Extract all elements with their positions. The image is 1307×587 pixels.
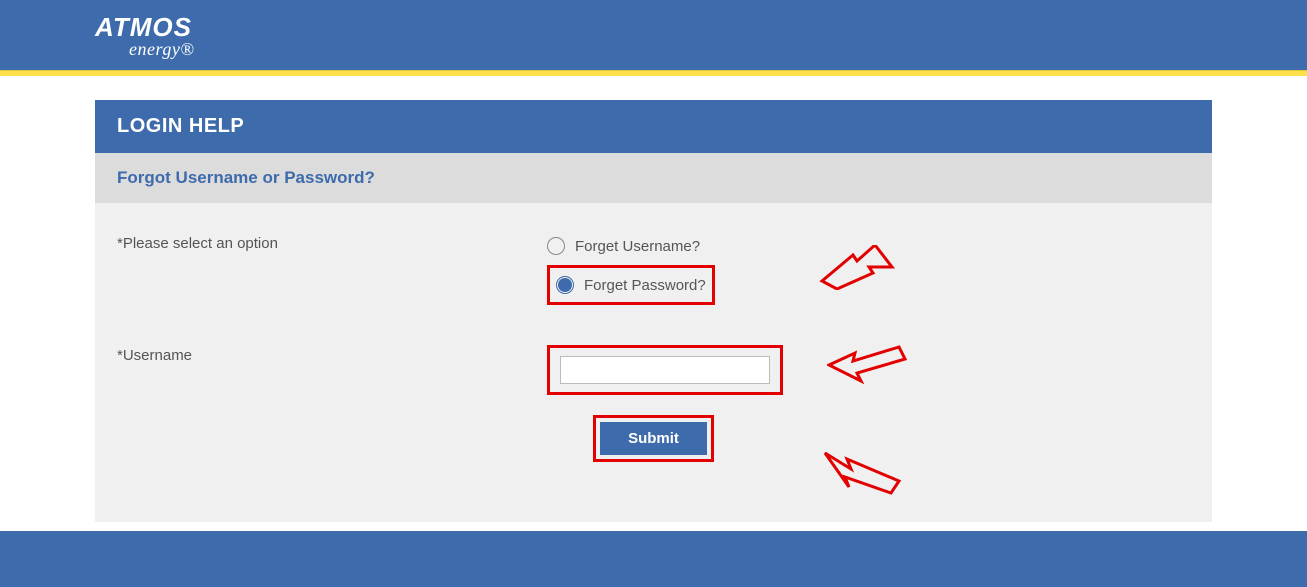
radio-icon (547, 237, 565, 255)
brand-line2: energy® (129, 40, 194, 58)
radio-forget-password[interactable]: Forget Password? (556, 272, 706, 298)
option-row: *Please select an option Forget Username… (117, 233, 1190, 305)
submit-button[interactable]: Submit (600, 422, 707, 455)
panel-title: LOGIN HELP (95, 100, 1212, 153)
highlight-box-option: Forget Password? (547, 265, 715, 305)
login-help-panel: LOGIN HELP Forgot Username or Password? … (95, 100, 1212, 522)
content-wrap: LOGIN HELP Forgot Username or Password? … (0, 76, 1307, 522)
panel-subtitle: Forgot Username or Password? (95, 153, 1212, 203)
brand-line1: ATMOS (95, 14, 194, 40)
username-controls (547, 345, 1190, 395)
username-label: *Username (117, 345, 547, 395)
footer-bar (0, 531, 1307, 587)
brand-logo: ATMOS energy® (95, 14, 194, 58)
header-bar: ATMOS energy® (0, 0, 1307, 70)
option-controls: Forget Username? Forget Password? (547, 233, 1190, 305)
username-input[interactable] (560, 356, 770, 384)
radio-icon (556, 276, 574, 294)
radio-label-username: Forget Username? (575, 238, 700, 255)
radio-label-password: Forget Password? (584, 277, 706, 294)
option-label: *Please select an option (117, 233, 547, 305)
arrow-icon (827, 343, 907, 388)
username-row: *Username (117, 345, 1190, 395)
arrow-icon (817, 447, 907, 497)
submit-row: Submit (117, 415, 1190, 462)
radio-forget-username[interactable]: Forget Username? (547, 233, 1190, 259)
form-area: *Please select an option Forget Username… (95, 203, 1212, 522)
highlight-box-submit: Submit (593, 415, 714, 462)
highlight-box-input (547, 345, 783, 395)
